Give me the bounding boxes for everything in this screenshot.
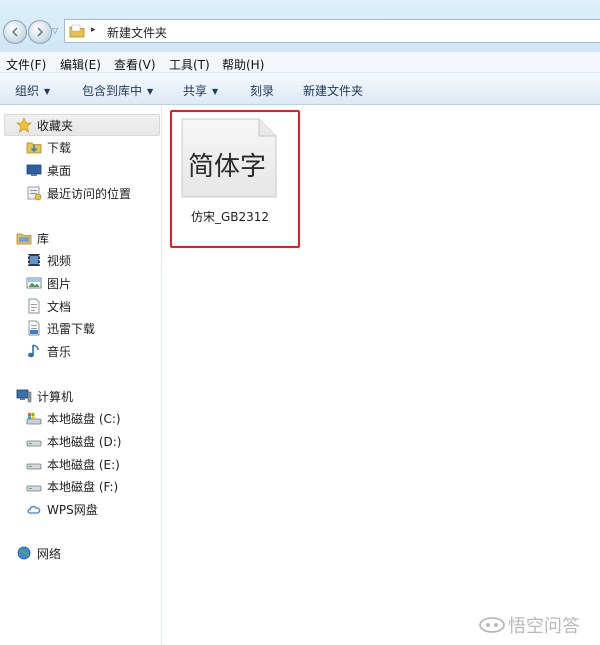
nav-item-label: 本地磁盘 (E:) (47, 457, 120, 472)
nav-item-documents[interactable]: 文档 (26, 297, 71, 315)
font-preview-text: 简体字 (188, 152, 266, 182)
star-icon (16, 117, 32, 133)
address-box[interactable]: ▸ 新建文件夹 (64, 19, 600, 43)
menu-tools[interactable]: 工具(T) (169, 56, 210, 73)
nav-item-videos[interactable]: 视频 (26, 251, 71, 269)
nav-item-drive-e[interactable]: 本地磁盘 (E:) (26, 455, 120, 473)
network-icon (17, 546, 31, 560)
nav-item-desktop[interactable]: 桌面 (26, 161, 71, 179)
nav-item-downloads[interactable]: 下载 (26, 138, 71, 156)
back-button[interactable] (3, 20, 27, 44)
nav-item-wps-cloud[interactable]: WPS网盘 (26, 500, 98, 518)
menu-help[interactable]: 帮助(H) (222, 56, 264, 73)
nav-item-label: 本地磁盘 (D:) (47, 434, 122, 449)
nav-item-label: 本地磁盘 (C:) (47, 411, 121, 426)
nav-computer[interactable]: 计算机 (16, 387, 73, 405)
command-bar: 组织 ▼ 包含到库中 ▼ 共享 ▼ 刻录 新建文件夹 (0, 73, 600, 105)
nav-item-label: 视频 (47, 253, 72, 268)
computer-icon (16, 389, 32, 403)
organize-button[interactable]: 组织 ▼ (15, 82, 50, 99)
font-file-icon[interactable]: 简体字 (181, 118, 277, 198)
organize-dropdown-icon: ▼ (44, 87, 51, 96)
nav-item-label: 最近访问的位置 (47, 186, 132, 201)
breadcrumb-current-folder[interactable]: 新建文件夹 (107, 24, 167, 41)
forward-arrow-icon (37, 27, 44, 37)
file-name-label[interactable]: 仿宋_GB2312 (180, 208, 280, 225)
nav-libraries-label: 库 (37, 231, 50, 246)
share-label: 共享 (183, 84, 208, 98)
menu-bar: 文件(F) 编辑(E) 查看(V) 工具(T) 帮助(H) (0, 52, 600, 73)
video-library-icon (28, 254, 40, 266)
nav-item-thunder-downloads[interactable]: 迅雷下载 (26, 319, 95, 337)
share-dropdown-icon: ▼ (212, 87, 219, 96)
new-folder-button[interactable]: 新建文件夹 (303, 82, 363, 99)
nav-item-label: 文档 (47, 299, 72, 314)
drive-icon (26, 440, 42, 447)
nav-network-label: 网络 (37, 546, 62, 561)
documents-library-icon (28, 298, 40, 314)
nav-item-drive-c[interactable]: 本地磁盘 (C:) (26, 409, 121, 427)
share-button[interactable]: 共享 ▼ (183, 82, 218, 99)
forward-button[interactable] (28, 20, 52, 44)
recent-pages-dropdown[interactable]: ▽ (52, 27, 60, 35)
drive-icon (26, 463, 42, 470)
downloads-folder-icon (26, 142, 42, 154)
nav-item-label: 迅雷下载 (47, 321, 96, 336)
include-in-library-button[interactable]: 包含到库中 ▼ (82, 82, 153, 99)
nav-item-label: 桌面 (47, 163, 72, 178)
menu-edit[interactable]: 编辑(E) (60, 56, 101, 73)
music-library-icon (28, 344, 39, 358)
back-arrow-icon (11, 27, 18, 37)
thunder-downloads-icon (28, 320, 40, 336)
nav-computer-label: 计算机 (37, 389, 74, 404)
nav-item-label: WPS网盘 (47, 502, 98, 517)
watermark-text: 悟空问答 (508, 616, 580, 637)
breadcrumb-separator[interactable]: ▸ (91, 25, 96, 35)
folder-icon (69, 24, 85, 38)
library-folder-icon (16, 233, 32, 245)
desktop-icon (26, 164, 42, 176)
navigation-pane[interactable]: 收藏夹 下载 桌面 最近访问的位置 库 视频 图片 文档 迅雷下载 音乐 计算机… (0, 106, 162, 645)
nav-item-drive-d[interactable]: 本地磁盘 (D:) (26, 432, 121, 450)
nav-favorites[interactable]: 收藏夹 (16, 116, 73, 134)
nav-item-label: 下载 (47, 140, 72, 155)
nav-item-label: 图片 (47, 276, 72, 291)
watermark: 悟空问答 (478, 612, 580, 638)
drive-icon (26, 485, 42, 492)
burn-button[interactable]: 刻录 (250, 82, 274, 99)
organize-label: 组织 (15, 84, 40, 98)
pictures-library-icon (26, 277, 42, 289)
nav-favorites-label: 收藏夹 (37, 118, 74, 133)
include-in-library-label: 包含到库中 (82, 84, 143, 98)
nav-libraries[interactable]: 库 (16, 229, 49, 247)
watermark-logo-icon (479, 617, 505, 633)
cloud-drive-icon (27, 505, 41, 514)
include-in-library-dropdown-icon: ▼ (147, 87, 154, 96)
nav-item-pictures[interactable]: 图片 (26, 274, 71, 292)
nav-item-music[interactable]: 音乐 (26, 342, 71, 360)
recent-places-icon (27, 186, 42, 201)
menu-file[interactable]: 文件(F) (6, 56, 46, 73)
nav-item-recent-places[interactable]: 最近访问的位置 (26, 184, 131, 202)
nav-item-drive-f[interactable]: 本地磁盘 (F:) (26, 477, 118, 495)
system-drive-icon (26, 413, 42, 425)
menu-view[interactable]: 查看(V) (114, 56, 156, 73)
nav-network[interactable]: 网络 (16, 544, 61, 562)
address-bar-area: ▽ ▸ 新建文件夹 (0, 0, 600, 52)
nav-item-label: 本地磁盘 (F:) (47, 479, 119, 494)
nav-item-label: 音乐 (47, 344, 72, 359)
